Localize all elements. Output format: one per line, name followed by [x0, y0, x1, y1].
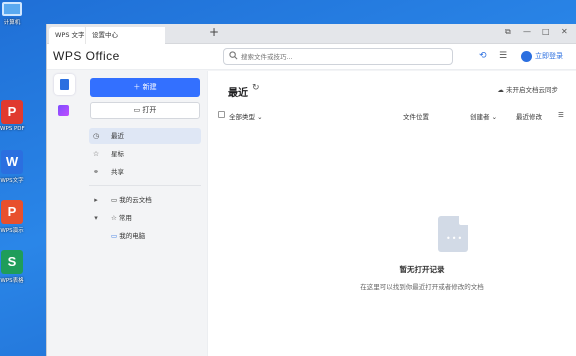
select-all-checkbox[interactable]	[218, 111, 225, 118]
chevron-down-icon: ⌄	[257, 113, 263, 121]
column-creator[interactable]: 创建者 ⌄	[470, 111, 497, 121]
new-tab-button[interactable]: +	[209, 25, 219, 39]
tab-settings-center[interactable]: 设置中心	[85, 27, 165, 44]
chevron-down-icon: ⌄	[491, 113, 498, 121]
desktop-icon-label: WPS演示	[0, 228, 24, 234]
search-box[interactable]	[223, 48, 453, 65]
creator-label: 创建者	[470, 113, 490, 121]
nav-label: 星标	[111, 150, 124, 158]
share-icon: ⚭	[93, 168, 99, 176]
nav-label: 常用	[118, 214, 132, 222]
wps-spreadsheet-desktop-icon[interactable]: S WPS表格	[0, 250, 24, 284]
search-input[interactable]	[241, 50, 441, 63]
cloud-off-icon: ☁	[497, 86, 504, 94]
tab-wps-writer[interactable]: WPS 文字	[49, 27, 87, 44]
desktop: 计算机 P WPS PDF W WPS文字 P WPS演示 S WPS表格	[0, 0, 46, 356]
refresh-icon[interactable]: ↻	[252, 83, 260, 93]
star-icon: ☆	[92, 150, 100, 158]
star-icon: ☆	[111, 214, 117, 222]
filter-type-dropdown[interactable]: 全部类型 ⌄	[229, 111, 263, 121]
desktop-icon-label: WPS表格	[0, 278, 24, 284]
desktop-icon-label: WPS PDF	[0, 126, 25, 132]
computer-desktop-icon[interactable]: 计算机	[0, 0, 24, 26]
collapse-arrow-icon: ▾	[94, 214, 98, 222]
login-button[interactable]: 立即登录	[521, 50, 563, 62]
presentation-app-icon: P	[1, 200, 23, 224]
expand-arrow-icon: ▸	[94, 196, 98, 204]
sidebar: ＋ 新建 ▭ 打开 ◷ 最近 ☆ 星标 ⚭ 共享 ▸ ▭ 我的云文档 ▾ ☆ 常…	[81, 71, 207, 356]
sync-icon[interactable]: ⟲	[479, 51, 487, 61]
new-button[interactable]: ＋ 新建	[90, 78, 200, 97]
open-button[interactable]: ▭ 打开	[90, 102, 200, 119]
nav-label: 最近	[111, 132, 124, 140]
empty-state-subtitle: 在这里可以找到你最近打开或者修改的文档	[360, 283, 484, 291]
wps-writer-desktop-icon[interactable]: W WPS文字	[0, 150, 24, 184]
folder-icon: ▭	[133, 106, 141, 114]
wps-window: WPS 文字 设置中心 + ⧉ — □ ✕ WPS Office ⟲ ☰ 立即登…	[46, 24, 576, 356]
spreadsheet-app-icon: S	[1, 250, 23, 274]
pdf-app-icon: P	[1, 100, 23, 124]
column-modified[interactable]: 最近修改	[516, 111, 542, 121]
clock-icon: ◷	[92, 132, 100, 140]
computer-icon	[2, 2, 22, 16]
computer-icon-label: 计算机	[3, 20, 21, 26]
minimize-button[interactable]: —	[523, 27, 531, 36]
login-label: 立即登录	[535, 52, 563, 60]
monitor-icon: ▭	[111, 232, 118, 240]
documents-rail-button[interactable]	[54, 74, 75, 95]
writer-app-icon: W	[1, 150, 23, 174]
maximize-button[interactable]: □	[542, 27, 550, 36]
menu-icon[interactable]: ☰	[499, 51, 507, 61]
nav-label: 我的电脑	[119, 232, 146, 240]
nav-label: 我的云文档	[119, 196, 152, 204]
nav-my-computer[interactable]: ▭ 我的电脑	[89, 228, 201, 244]
document-icon	[60, 79, 69, 90]
open-label: 打开	[142, 106, 157, 114]
sidebar-divider	[89, 185, 201, 186]
avatar-icon	[521, 50, 532, 62]
nav-frequent[interactable]: ▾ ☆ 常用	[89, 210, 201, 226]
empty-document-icon: •••	[438, 216, 468, 252]
tab-bar: WPS 文字 设置中心 + ⧉ — □ ✕	[47, 24, 576, 44]
page-title: 最近	[228, 88, 248, 99]
desktop-icon-label: WPS文字	[0, 178, 24, 184]
empty-state-title: 暂无打开记录	[399, 265, 445, 274]
search-icon	[229, 51, 238, 60]
close-button[interactable]: ✕	[561, 27, 568, 36]
nav-starred[interactable]: ☆ 星标	[89, 146, 201, 162]
apps-rail-icon[interactable]	[58, 105, 69, 116]
nav-shared[interactable]: ⚭ 共享	[89, 164, 201, 180]
cloud-folder-icon: ▭	[111, 196, 118, 204]
main-panel: 最近 ↻ ☁ 未开启文档云同步 全部类型 ⌄ 文件位置 创建者 ⌄ 最近修改 ☰…	[207, 71, 576, 356]
type-filter-label: 全部类型	[229, 113, 255, 121]
nav-my-cloud-docs[interactable]: ▸ ▭ 我的云文档	[89, 192, 201, 208]
column-header: 全部类型 ⌄ 文件位置 创建者 ⌄ 最近修改 ☰	[218, 109, 566, 121]
column-location: 文件位置	[403, 113, 429, 121]
nav-label: 共享	[111, 168, 124, 176]
plus-icon: ＋	[133, 83, 141, 91]
list-settings-icon[interactable]: ☰	[558, 111, 564, 119]
nav-recent[interactable]: ◷ 最近	[89, 128, 201, 144]
app-rail	[47, 71, 81, 356]
sync-label: 未开启文档云同步	[506, 86, 558, 94]
window-restore-icon[interactable]: ⧉	[505, 27, 511, 37]
wps-presentation-desktop-icon[interactable]: P WPS演示	[0, 200, 24, 234]
header: WPS Office ⟲ ☰ 立即登录	[47, 44, 576, 70]
app-logo: WPS Office	[53, 49, 120, 63]
cloud-sync-status[interactable]: ☁ 未开启文档云同步	[497, 84, 558, 94]
new-label: 新建	[142, 83, 157, 91]
wps-pdf-desktop-icon[interactable]: P WPS PDF	[0, 100, 25, 132]
